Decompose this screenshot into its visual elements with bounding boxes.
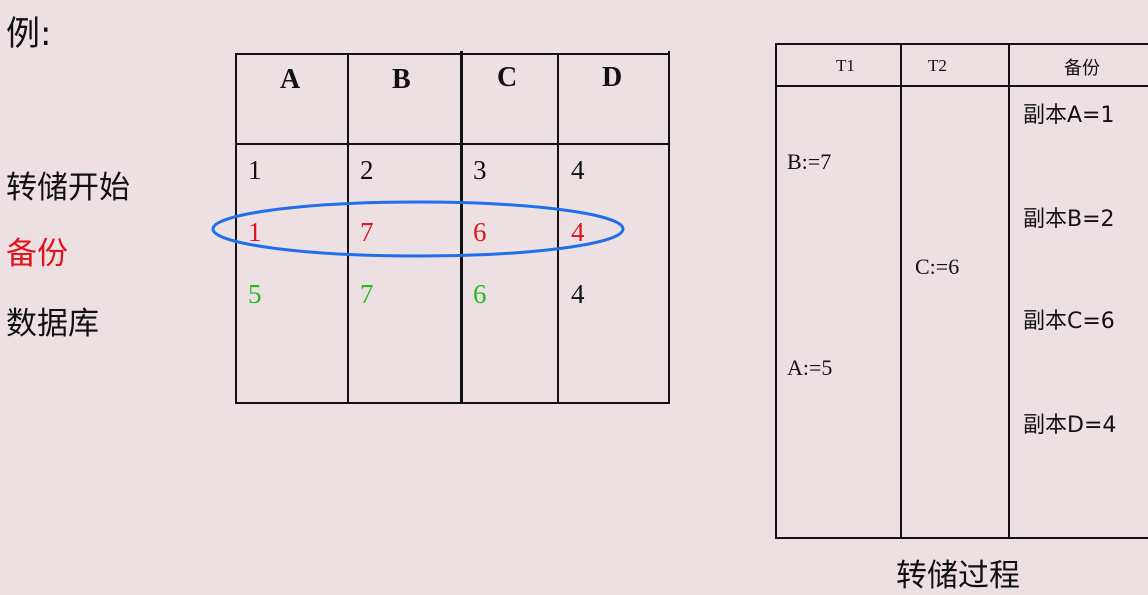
backup-copy: 副本D=4 [1023,413,1117,438]
highlight-ellipse [211,200,625,258]
header-t2: T2 [928,56,947,75]
t2-op: C:=6 [915,254,960,279]
backup-copy: 副本B=2 [1023,207,1115,232]
backup-copy: 副本A=1 [1023,103,1115,128]
t1-op: A:=5 [787,355,833,380]
header-t1: T1 [836,56,855,75]
header-backup: 备份 [1064,58,1100,79]
table-caption: 转储过程 [896,558,1020,594]
t1-op: B:=7 [787,149,832,174]
backup-copy: 副本C=6 [1023,309,1115,334]
